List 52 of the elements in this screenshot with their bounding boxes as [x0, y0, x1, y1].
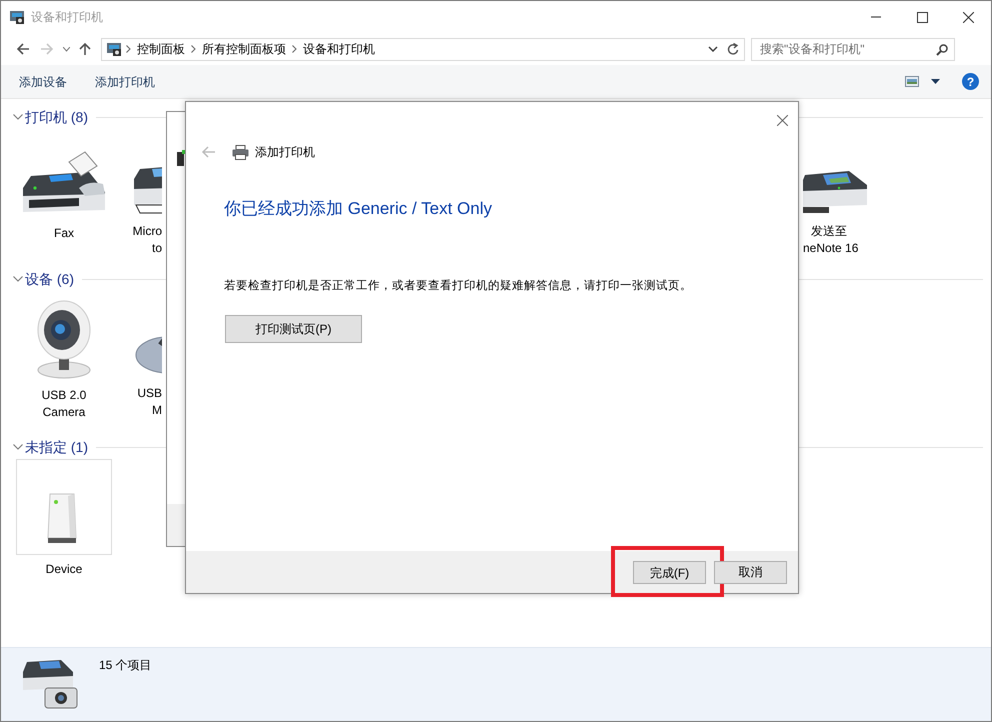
maximize-icon[interactable]	[916, 12, 928, 22]
item-count: 15 个项目	[99, 657, 152, 674]
device-label: USB 2.0	[42, 387, 86, 404]
device-label: USB	[137, 385, 162, 402]
window-title: 设备和打印机	[31, 9, 103, 26]
close-icon[interactable]	[962, 12, 974, 22]
back-icon[interactable]	[16, 42, 30, 56]
group-header[interactable]: 设备 (6)	[25, 268, 74, 290]
chevron-down-icon[interactable]	[13, 114, 23, 120]
print-test-page-button[interactable]: 打印测试页(P)	[225, 314, 362, 343]
chevron-icon	[126, 45, 131, 53]
dialog-button[interactable]: 完成(F)	[633, 561, 706, 584]
breadcrumb-link[interactable]: 设备和打印机	[303, 40, 375, 58]
printer-icon	[232, 144, 249, 160]
search-icon	[936, 44, 948, 56]
help-button[interactable]: ?	[962, 73, 979, 90]
view-icon[interactable]	[905, 76, 919, 87]
dialog-message: 若要检查打印机是否正常工作，或者要查看打印机的疑难解答信息，请打印一张测试页。	[224, 278, 692, 294]
up-icon[interactable]	[78, 42, 92, 56]
toolbar-button[interactable]: 添加打印机	[85, 68, 165, 94]
device-tile[interactable]: USB M	[112, 291, 162, 419]
device-label: M	[152, 402, 162, 419]
device-label: to	[152, 240, 162, 257]
device-label: Camera	[42, 404, 86, 421]
control-panel-icon	[9, 9, 25, 25]
dropdown-icon[interactable]	[708, 46, 718, 52]
group-header[interactable]: 打印机 (8)	[25, 106, 88, 128]
device-icon	[176, 150, 186, 166]
chevron-icon	[191, 45, 196, 53]
control-panel-icon	[106, 41, 122, 57]
refresh-icon[interactable]	[727, 42, 739, 56]
device-label: Micro	[132, 223, 162, 240]
chevron-down-icon[interactable]	[13, 276, 23, 282]
device-label: Device	[46, 561, 82, 578]
chevron-icon	[292, 45, 297, 53]
chevron-down-icon[interactable]	[13, 444, 23, 450]
dialog-title: 添加打印机	[255, 144, 315, 161]
address-bar[interactable]: 控制面板 所有控制面板项 设备和打印机	[101, 38, 745, 60]
dialog-button[interactable]: 取消	[714, 560, 787, 584]
device-label: neNote 16	[803, 240, 858, 257]
toolbar-button[interactable]: 添加设备	[9, 68, 77, 94]
group-header[interactable]: 未指定 (1)	[25, 436, 88, 458]
breadcrumb-link[interactable]: 所有控制面板项	[202, 40, 286, 58]
device-label: 发送至	[810, 223, 847, 240]
breadcrumb-link[interactable]: 控制面板	[137, 40, 185, 58]
chevron-down-icon[interactable]	[62, 46, 70, 52]
search-field[interactable]: 搜索"设备和打印机"	[751, 38, 955, 60]
device-tile[interactable]	[16, 459, 112, 555]
device-tile[interactable]: 发送至 neNote 16	[803, 129, 895, 257]
device-label: Fax	[54, 225, 74, 242]
caret-icon[interactable]	[931, 79, 940, 84]
dialog-heading: 你已经成功添加 Generic / Text Only	[224, 198, 492, 220]
